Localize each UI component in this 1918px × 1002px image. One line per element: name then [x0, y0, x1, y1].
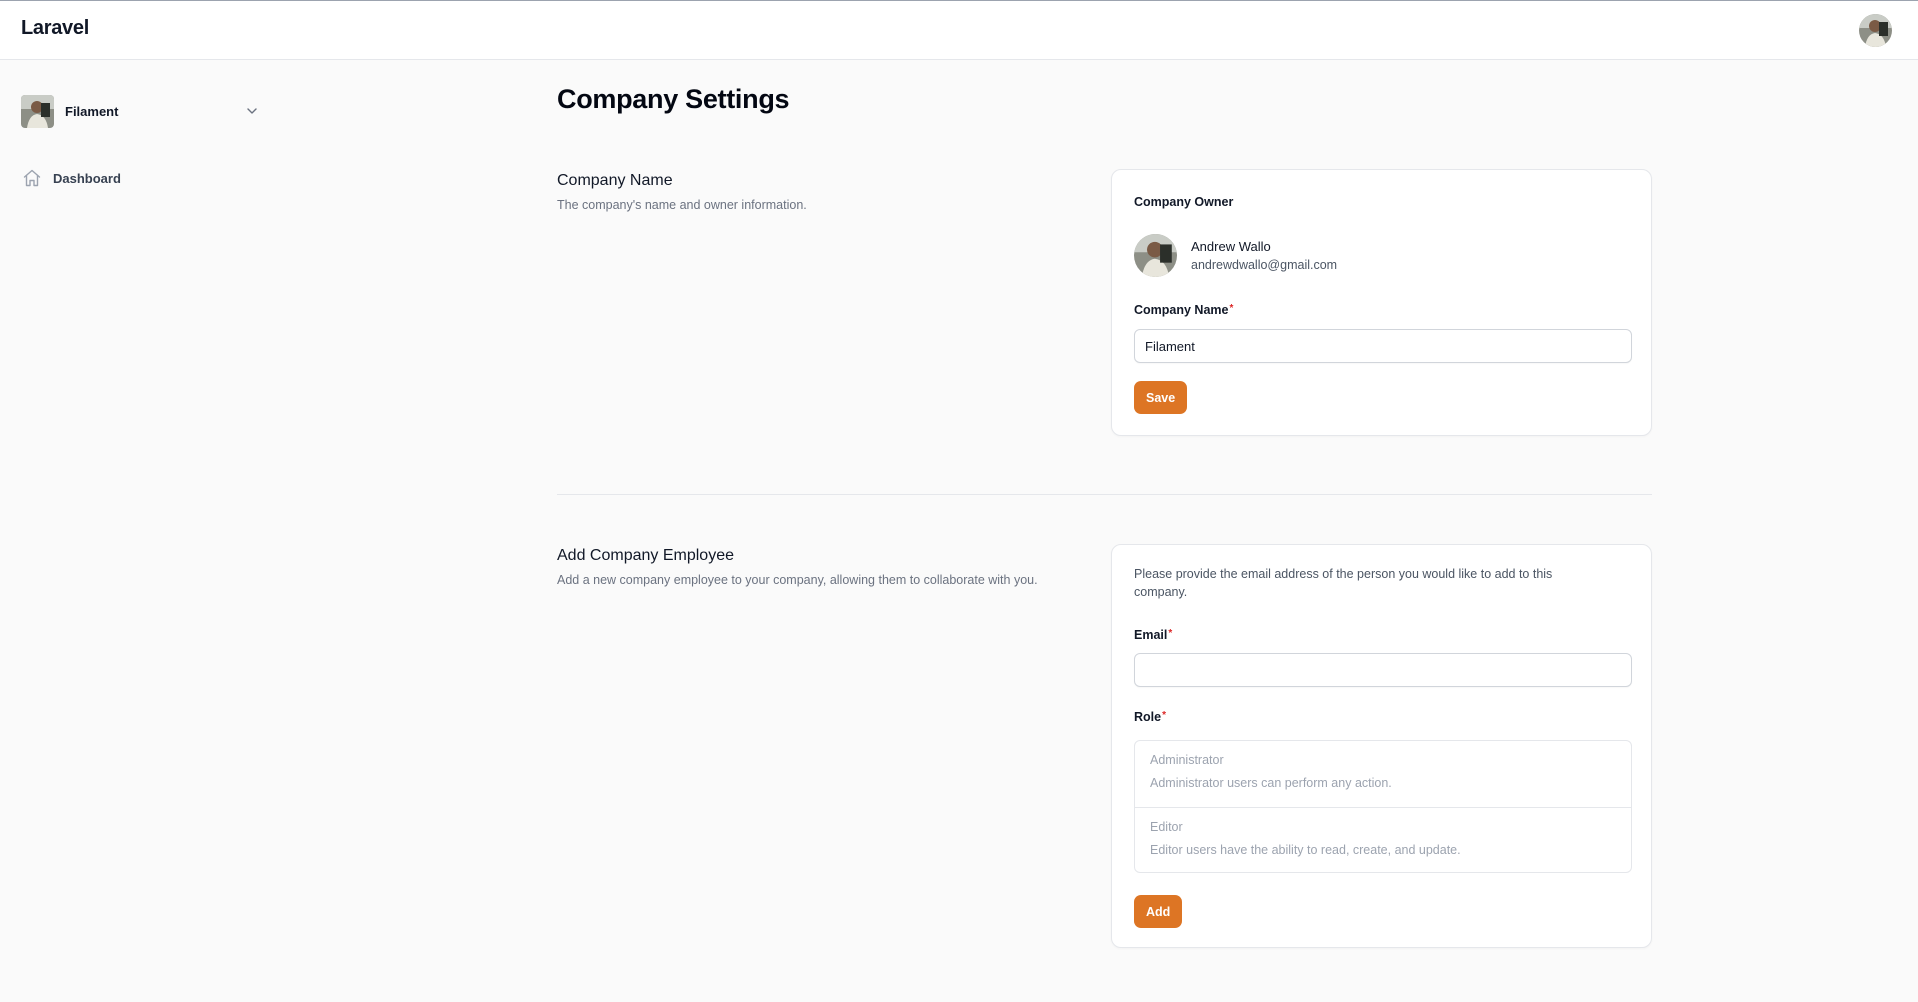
add-button[interactable]: Add: [1134, 895, 1183, 928]
company-name-input[interactable]: [1134, 329, 1632, 363]
company-name-card: Company Owner Andrew Wallo andrewdwallo@…: [1111, 169, 1652, 436]
required-indicator: *: [1168, 628, 1173, 639]
owner-label: Company Owner: [1134, 195, 1234, 209]
section-title: Company Name: [557, 172, 673, 189]
role-description: Editor users have the ability to read, c…: [1150, 843, 1461, 857]
section-title: Add Company Employee: [557, 547, 734, 564]
owner-name: Andrew Wallo: [1191, 239, 1271, 254]
team-switcher[interactable]: Filament: [21, 94, 266, 128]
role-name: Administrator: [1150, 753, 1224, 767]
save-button[interactable]: Save: [1134, 381, 1188, 414]
field-label-text: Role: [1134, 710, 1162, 724]
role-name: Editor: [1150, 820, 1183, 834]
team-name: Filament: [65, 103, 119, 119]
role-label: Role*: [1134, 710, 1166, 724]
required-indicator: *: [1229, 303, 1234, 314]
owner-avatar: [1134, 234, 1177, 277]
user-avatar[interactable]: [1859, 14, 1892, 47]
role-description: Administrator users can perform any acti…: [1150, 776, 1392, 790]
home-icon: [23, 169, 41, 187]
add-employee-section-header: Add Company Employee Add a new company e…: [557, 547, 1038, 587]
role-options: Administrator Administrator users can pe…: [1134, 740, 1632, 873]
sidebar-item-dashboard[interactable]: Dashboard: [21, 165, 266, 191]
brand-logo[interactable]: Laravel: [21, 17, 89, 40]
field-label-text: Company Name: [1134, 303, 1229, 317]
owner-email: andrewdwallo@gmail.com: [1191, 258, 1338, 272]
team-avatar: [21, 94, 54, 128]
owner-row: Andrew Wallo andrewdwallo@gmail.com: [1134, 234, 1337, 277]
section-description: The company's name and owner information…: [557, 198, 807, 212]
role-option-administrator[interactable]: Administrator Administrator users can pe…: [1135, 741, 1631, 807]
section-description: Add a new company employee to your compa…: [557, 573, 1038, 587]
top-bar: Laravel: [0, 0, 1918, 60]
section-divider: [557, 494, 1652, 495]
role-option-editor[interactable]: Editor Editor users have the ability to …: [1135, 807, 1631, 872]
sidebar: Filament Dashboard: [0, 60, 290, 1002]
field-label-text: Email: [1134, 628, 1168, 642]
company-name-section-header: Company Name The company's name and owne…: [557, 172, 807, 212]
sidebar-item-label: Dashboard: [53, 170, 121, 186]
chevron-down-icon: [247, 108, 257, 114]
add-employee-card: Please provide the email address of the …: [1111, 544, 1652, 948]
page-title: Company Settings: [557, 84, 790, 114]
required-indicator: *: [1162, 710, 1166, 721]
email-label: Email*: [1134, 628, 1172, 642]
email-input[interactable]: [1134, 653, 1632, 687]
add-employee-intro: Please provide the email address of the …: [1134, 567, 1553, 599]
company-name-label: Company Name*: [1134, 303, 1233, 317]
